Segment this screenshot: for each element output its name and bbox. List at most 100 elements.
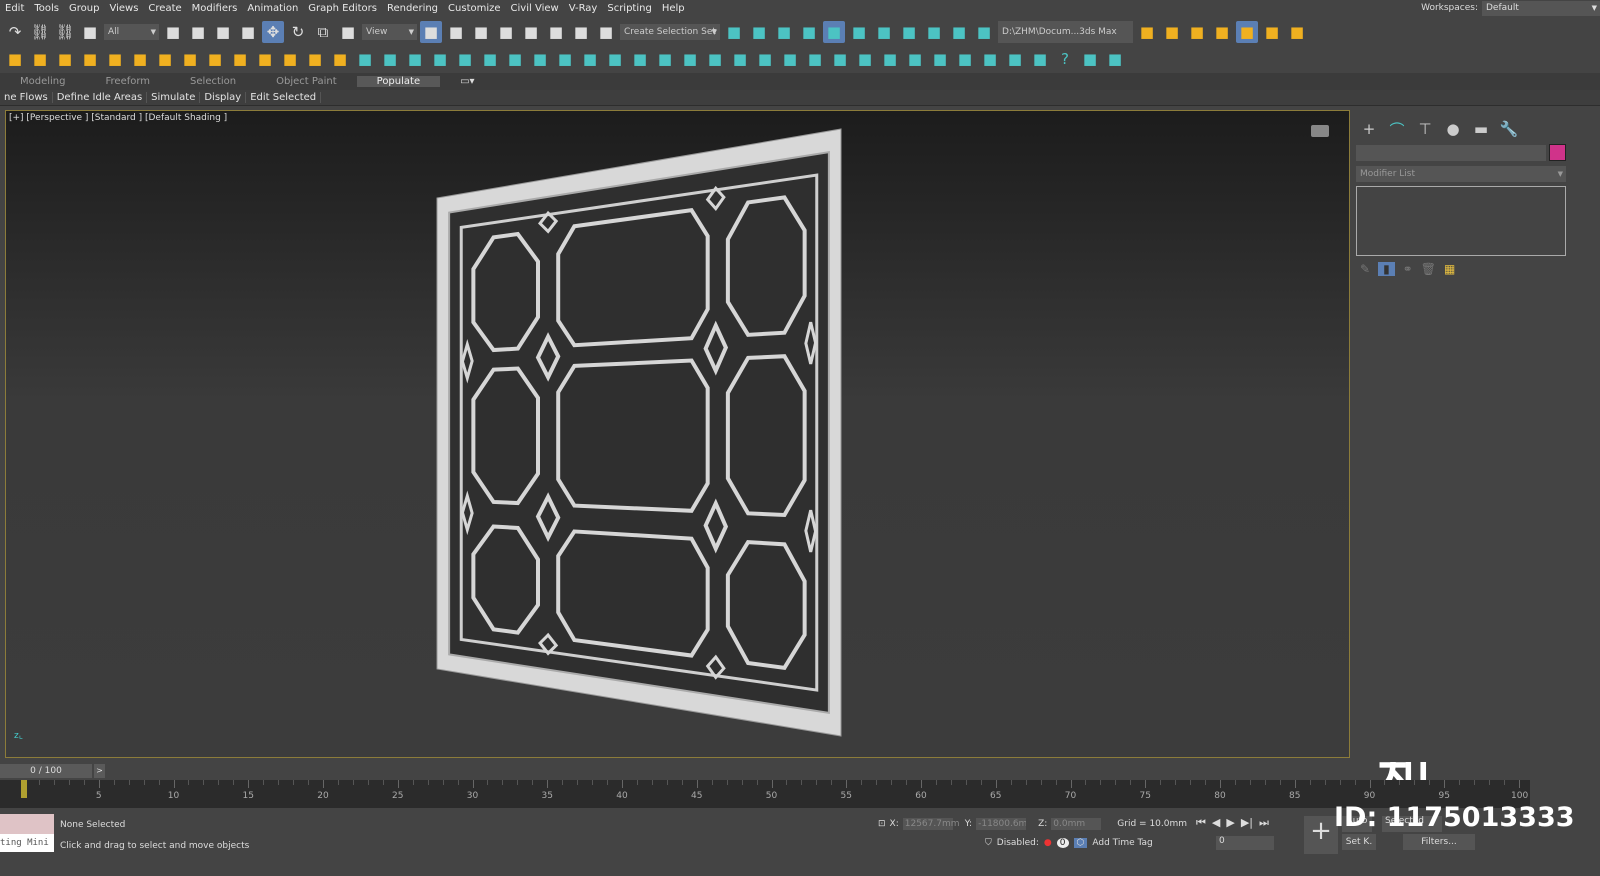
rotate-icon[interactable]: ↻ xyxy=(287,21,309,43)
keyboard-shortcut-icon[interactable]: ■ xyxy=(470,21,492,43)
vray-logo-icon[interactable]: ■ xyxy=(554,48,576,70)
timeline-track[interactable]: 0510152025303540455055606570758085909510… xyxy=(0,780,1530,808)
current-frame-field[interactable]: 0 xyxy=(1216,836,1274,850)
zero-toggle[interactable]: 0 xyxy=(1056,838,1069,848)
vray-cam-icon[interactable]: ■ xyxy=(654,48,676,70)
project-icon-2[interactable]: ■ xyxy=(1161,21,1183,43)
vray-cam2-icon[interactable]: ■ xyxy=(679,48,701,70)
vray-bulb2-icon[interactable]: ■ xyxy=(929,48,951,70)
bind-spacewarp-icon[interactable]: ■ xyxy=(79,21,101,43)
vray-displacement-icon[interactable]: ■ xyxy=(329,48,351,70)
hierarchy-icon[interactable]: ⊤ xyxy=(1414,118,1436,140)
named-selection-set-dropdown[interactable]: Create Selection Set xyxy=(620,23,720,40)
vray-dome-light-icon[interactable]: ■ xyxy=(179,48,201,70)
vray-bulb-icon[interactable]: ■ xyxy=(704,48,726,70)
project-icon-4[interactable]: ■ xyxy=(1211,21,1233,43)
menu-rendering[interactable]: Rendering xyxy=(382,3,443,14)
project-icon-1[interactable]: ■ xyxy=(1136,21,1158,43)
vray-proxy-icon[interactable]: ■ xyxy=(279,48,301,70)
vray-multi-icon[interactable]: ■ xyxy=(454,48,476,70)
select-place-icon[interactable]: ■ xyxy=(337,21,359,43)
vray-play-icon[interactable]: ■ xyxy=(979,48,1001,70)
z-coordinate-field[interactable]: 0.0mm xyxy=(1051,818,1102,830)
menu-civil-view[interactable]: Civil View xyxy=(506,3,564,14)
populate-edit-selected[interactable]: Edit Selected xyxy=(246,92,322,103)
render-setup-icon[interactable]: ■ xyxy=(923,21,945,43)
ribbon-options-icon[interactable]: ▭▾ xyxy=(440,76,494,87)
vray-camera-icon[interactable]: ■ xyxy=(79,48,101,70)
menu-group[interactable]: Group xyxy=(64,3,104,14)
vray-lister-icon[interactable]: ■ xyxy=(504,48,526,70)
key-filters-button[interactable]: Filters... xyxy=(1403,834,1475,850)
vray-vfb-icon[interactable]: ■ xyxy=(529,48,551,70)
vray-sphere-light-icon[interactable]: ■ xyxy=(154,48,176,70)
scene-canvas[interactable] xyxy=(6,111,1351,759)
configure-sets-icon[interactable]: ▦ xyxy=(1444,262,1455,276)
vray-light-icon[interactable]: ■ xyxy=(54,48,76,70)
vray-file-icon[interactable]: ■ xyxy=(829,48,851,70)
vray-fur-icon[interactable]: ■ xyxy=(304,48,326,70)
move-icon[interactable]: ✥ xyxy=(262,20,284,43)
manipulate-icon[interactable]: ■ xyxy=(445,21,467,43)
selection-filter-dropdown[interactable]: All xyxy=(104,23,159,40)
schematic-view-icon[interactable]: ■ xyxy=(898,21,920,43)
make-unique-icon[interactable]: ⚭ xyxy=(1403,262,1413,276)
vray-physical-camera-icon[interactable]: ■ xyxy=(104,48,126,70)
menu-edit[interactable]: Edit xyxy=(0,3,29,14)
utilities-icon[interactable]: 🔧 xyxy=(1498,118,1520,140)
go-to-end-icon[interactable]: ⏭ xyxy=(1259,816,1269,830)
scale-icon[interactable]: ⧉ xyxy=(312,21,334,43)
menu-v-ray[interactable]: V-Ray xyxy=(564,3,603,14)
nav-icon[interactable]: ■ xyxy=(1079,48,1101,70)
menu-modifiers[interactable]: Modifiers xyxy=(187,3,243,14)
object-name-field[interactable] xyxy=(1356,145,1546,161)
modifier-stack[interactable] xyxy=(1356,186,1566,256)
set-key-big-icon[interactable]: + xyxy=(1304,816,1338,854)
play-icon[interactable]: ▶ xyxy=(1226,816,1234,830)
vray-mesh-icon[interactable]: ■ xyxy=(354,48,376,70)
select-object-icon[interactable]: ■ xyxy=(162,21,184,43)
populate-simulate[interactable]: Simulate xyxy=(147,92,201,103)
ribbon-tab-object-paint[interactable]: Object Paint xyxy=(256,76,357,87)
menu-animation[interactable]: Animation xyxy=(242,3,303,14)
viewcube-camera-icon[interactable] xyxy=(1311,125,1329,137)
mirror-icon[interactable]: ■ xyxy=(723,21,745,43)
autosave-icon[interactable]: ■ xyxy=(1236,20,1258,43)
ribbon-tab-populate[interactable]: Populate xyxy=(356,76,441,87)
reference-coordinate-dropdown[interactable]: View xyxy=(362,23,417,40)
vray-lights-icon[interactable]: ■ xyxy=(4,48,26,70)
absolute-mode-icon[interactable]: ⊡ xyxy=(878,819,886,829)
project-folder-dropdown[interactable]: D:\ZHM\Docum...3ds Max 202 xyxy=(998,20,1133,65)
percent-snap-icon[interactable]: ■ xyxy=(545,21,567,43)
scene-explorer-icon[interactable]: ■ xyxy=(773,21,795,43)
snap-3d-icon[interactable]: ■ xyxy=(495,21,517,43)
undo-icon[interactable]: ↷ xyxy=(4,21,26,43)
show-end-result-icon[interactable]: ▮ xyxy=(1378,262,1395,276)
render-icon[interactable]: ■ xyxy=(973,21,995,43)
timer-icon[interactable]: ■ xyxy=(1286,21,1308,43)
menu-scripting[interactable]: Scripting xyxy=(602,3,656,14)
vray-cross-icon[interactable]: ■ xyxy=(1004,48,1026,70)
x-coordinate-field[interactable]: 12567.7mm xyxy=(902,818,960,830)
vray-gear-icon[interactable]: ■ xyxy=(779,48,801,70)
y-coordinate-field[interactable]: -11800.6mm xyxy=(976,818,1027,830)
vray-material-icon[interactable]: ■ xyxy=(429,48,451,70)
modify-icon[interactable]: ⌒ xyxy=(1386,118,1408,140)
vray-sphere-icon[interactable]: ■ xyxy=(879,48,901,70)
target-icon[interactable]: ■ xyxy=(1104,48,1126,70)
vray-plane-icon[interactable]: ■ xyxy=(129,48,151,70)
prev-frame-icon[interactable]: ◀ xyxy=(1212,816,1220,830)
vray-box-icon[interactable]: ■ xyxy=(29,48,51,70)
time-tag-icon[interactable]: ⬡ xyxy=(1073,838,1088,848)
rendered-frame-icon[interactable]: ■ xyxy=(948,21,970,43)
vray-list-icon[interactable]: ■ xyxy=(804,48,826,70)
vray-ring-icon[interactable]: ■ xyxy=(854,48,876,70)
vray-scatter-icon[interactable]: ■ xyxy=(579,48,601,70)
perspective-viewport[interactable]: [+] [Perspective ] [Standard ] [Default … xyxy=(5,110,1430,874)
ribbon-toggle-icon[interactable]: ■ xyxy=(823,20,845,43)
dope-sheet-icon[interactable]: ■ xyxy=(873,21,895,43)
maxscript-mini-listener[interactable]: ting Mini xyxy=(0,834,54,852)
link-icon[interactable]: ⛓ xyxy=(29,21,51,43)
maxscript-listener-top[interactable] xyxy=(0,814,54,834)
layer-explorer-icon[interactable]: ■ xyxy=(798,21,820,43)
